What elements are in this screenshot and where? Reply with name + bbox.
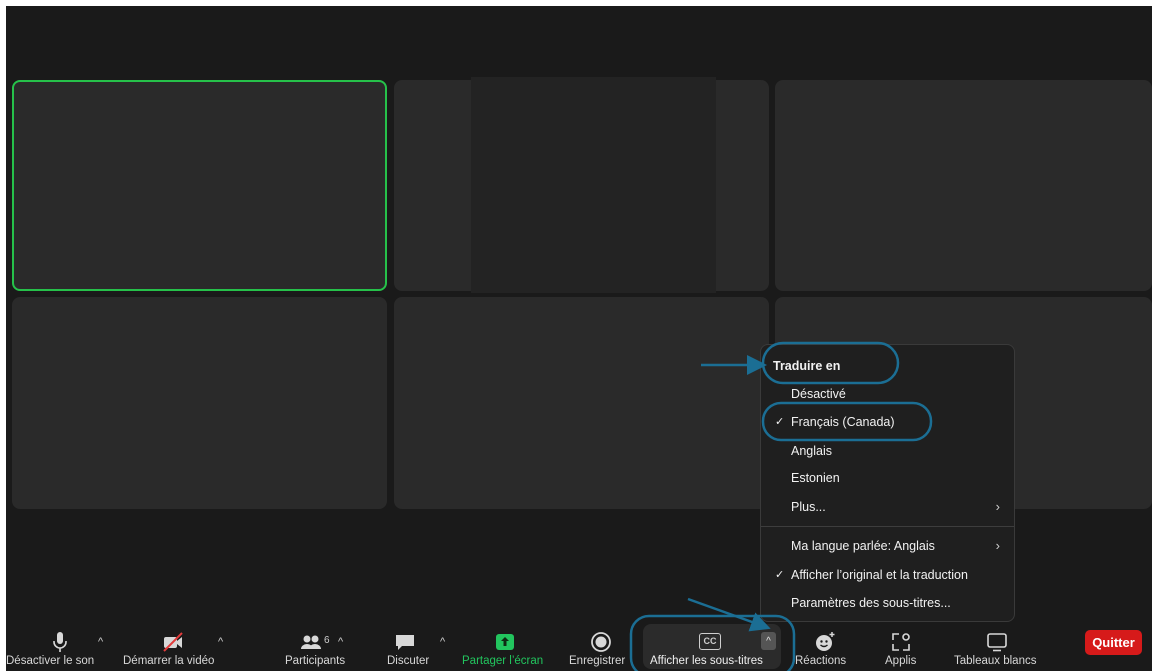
menu-item-label: Plus... — [791, 500, 826, 514]
captions-options-toggle[interactable]: ^ — [761, 632, 776, 650]
captions-button[interactable]: CC ^ Afficher les sous-titres — [643, 622, 783, 671]
chevron-up-icon[interactable]: ^ — [440, 636, 445, 648]
record-button[interactable]: Enregistrer — [566, 622, 634, 671]
meeting-window: Traduire en Désactivé ✓ Français (Canada)… — [6, 6, 1152, 671]
participants-button[interactable]: 6 ^ Participants — [276, 622, 366, 671]
chat-label: Discuter — [387, 655, 430, 667]
menu-item-label: Ma langue parlée: Anglais — [791, 539, 935, 553]
participants-label: Participants — [285, 655, 346, 667]
chat-icon — [396, 635, 414, 650]
cc-icon: CC — [699, 633, 721, 650]
video-tile-active-speaker[interactable] — [12, 80, 387, 291]
whiteboards-label: Tableaux blancs — [954, 655, 1037, 667]
menu-item-caption-settings[interactable]: Paramètres des sous-titres... — [761, 590, 1014, 616]
menu-item-spoken-language[interactable]: Ma langue parlée: Anglais › — [761, 533, 1014, 559]
whiteboard-icon — [987, 633, 1007, 652]
meeting-toolbar: ^ Désactiver le son ^ Démarrer la vidéo … — [6, 622, 1152, 671]
chevron-up-icon[interactable]: ^ — [98, 636, 103, 648]
menu-item-label: Paramètres des sous-titres... — [791, 596, 951, 610]
menu-divider — [761, 526, 1014, 527]
video-off-icon — [163, 632, 183, 652]
video-tile[interactable] — [12, 297, 387, 509]
video-tile[interactable] — [394, 297, 769, 509]
video-tile[interactable] — [775, 80, 1152, 291]
record-icon — [591, 632, 611, 652]
participants-count: 6 — [324, 635, 330, 646]
whiteboards-button[interactable]: Tableaux blancs — [944, 622, 1044, 671]
menu-item-label: Désactivé — [791, 387, 846, 401]
chevron-right-icon: › — [995, 538, 1000, 553]
chevron-right-icon: › — [995, 499, 1000, 514]
menu-item-label: Anglais — [791, 444, 832, 458]
menu-item-show-original[interactable]: ✓ Afficher l’original et la traduction — [761, 562, 1014, 588]
apps-button[interactable]: Applis — [872, 622, 928, 671]
share-screen-icon — [496, 634, 514, 650]
video-tile-shade — [471, 77, 716, 293]
share-screen-label: Partager l’écran — [462, 655, 544, 667]
reactions-icon — [816, 632, 835, 651]
menu-item-off[interactable]: Désactivé — [761, 381, 1014, 407]
chat-button[interactable]: ^ Discuter — [378, 622, 450, 671]
quit-button[interactable]: Quitter — [1085, 630, 1142, 655]
menu-item-french-canada[interactable]: ✓ Français (Canada) — [761, 409, 1014, 435]
participants-icon — [301, 635, 321, 649]
chevron-up-icon: ^ — [766, 636, 771, 647]
menu-item-english[interactable]: Anglais — [761, 438, 1014, 464]
apps-label: Applis — [885, 655, 917, 667]
checkmark-icon: ✓ — [775, 569, 785, 581]
menu-item-label: Français (Canada) — [791, 415, 895, 429]
cc-badge-text: CC — [703, 636, 717, 646]
start-video-button[interactable]: ^ Démarrer la vidéo — [120, 622, 230, 671]
menu-item-more[interactable]: Plus... › — [761, 494, 1014, 520]
chevron-up-icon[interactable]: ^ — [218, 636, 223, 648]
translate-to-header: Traduire en — [773, 359, 841, 373]
captions-label: Afficher les sous-titres — [650, 655, 763, 667]
checkmark-icon: ✓ — [775, 416, 785, 428]
reactions-label: Réactions — [795, 655, 847, 667]
chevron-up-icon[interactable]: ^ — [338, 636, 343, 648]
menu-item-estonian[interactable]: Estonien — [761, 465, 1014, 491]
menu-item-label: Estonien — [791, 471, 840, 485]
start-video-label: Démarrer la vidéo — [123, 655, 215, 667]
menu-item-label: Afficher l’original et la traduction — [791, 568, 968, 582]
translate-menu: Traduire en Désactivé ✓ Français (Canada)… — [760, 344, 1015, 622]
mute-label: Désactiver le son — [6, 655, 95, 667]
apps-icon — [892, 633, 910, 651]
record-label: Enregistrer — [569, 655, 626, 667]
microphone-icon — [53, 632, 67, 652]
share-screen-button[interactable]: Partager l’écran — [458, 622, 554, 671]
mute-button[interactable]: ^ Désactiver le son — [6, 622, 118, 671]
reactions-button[interactable]: Réactions — [792, 622, 852, 671]
